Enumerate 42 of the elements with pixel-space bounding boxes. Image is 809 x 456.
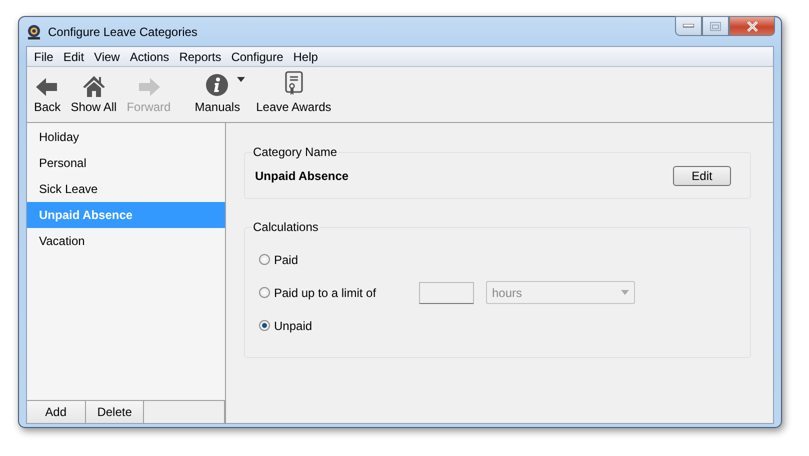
menu-item[interactable]: Actions bbox=[124, 50, 174, 64]
category-name: Unpaid Absence bbox=[255, 168, 349, 182]
window-title: Configure Leave Categories bbox=[48, 24, 198, 38]
forward-arrow-icon bbox=[138, 77, 160, 97]
menu-item[interactable]: Reports bbox=[174, 50, 226, 64]
menu-item[interactable]: Help bbox=[288, 50, 323, 64]
radio-option[interactable]: Paid up to a limit of bbox=[259, 286, 419, 300]
radio-option[interactable]: Unpaid bbox=[259, 318, 419, 332]
minimize-icon bbox=[683, 24, 694, 28]
home-icon bbox=[82, 75, 106, 97]
group-title: Calculations bbox=[252, 220, 320, 234]
certificate-icon bbox=[284, 71, 304, 97]
category-item[interactable]: Vacation bbox=[27, 228, 225, 254]
dropdown-arrow-icon bbox=[621, 290, 629, 295]
menu-item[interactable]: File bbox=[29, 50, 58, 64]
category-item[interactable]: Holiday bbox=[27, 124, 225, 150]
edit-button[interactable]: Edit bbox=[673, 166, 731, 186]
category-item[interactable]: Sick Leave bbox=[27, 176, 225, 202]
radio-option[interactable]: Paid bbox=[259, 252, 419, 266]
menu-item[interactable]: View bbox=[89, 50, 125, 64]
toolbar-button[interactable]: Manuals bbox=[190, 67, 246, 122]
maximize-button[interactable] bbox=[702, 16, 729, 36]
sidebar-button[interactable]: Add bbox=[27, 401, 86, 423]
app-logo-icon bbox=[26, 24, 42, 40]
category-item[interactable]: Personal bbox=[27, 150, 225, 176]
toolbar-button[interactable]: Back bbox=[29, 67, 66, 122]
minimize-button[interactable] bbox=[675, 16, 702, 36]
limit-field[interactable] bbox=[419, 282, 474, 304]
back-arrow-icon bbox=[36, 77, 58, 97]
menu-item[interactable]: Configure bbox=[226, 50, 288, 64]
info-icon bbox=[205, 73, 230, 97]
sidebar-button[interactable]: Delete bbox=[86, 401, 144, 423]
toolbar-button[interactable]: Leave Awards bbox=[251, 67, 336, 122]
close-button[interactable] bbox=[729, 16, 775, 36]
menu-item[interactable]: Edit bbox=[58, 50, 90, 64]
toolbar-button[interactable]: Show All bbox=[66, 67, 122, 122]
close-icon bbox=[746, 20, 758, 32]
maximize-icon bbox=[710, 22, 721, 30]
radio-button[interactable] bbox=[259, 254, 270, 265]
radio-button[interactable] bbox=[259, 287, 270, 298]
group-title: Category Name bbox=[252, 145, 338, 159]
radio-button[interactable] bbox=[259, 320, 270, 331]
